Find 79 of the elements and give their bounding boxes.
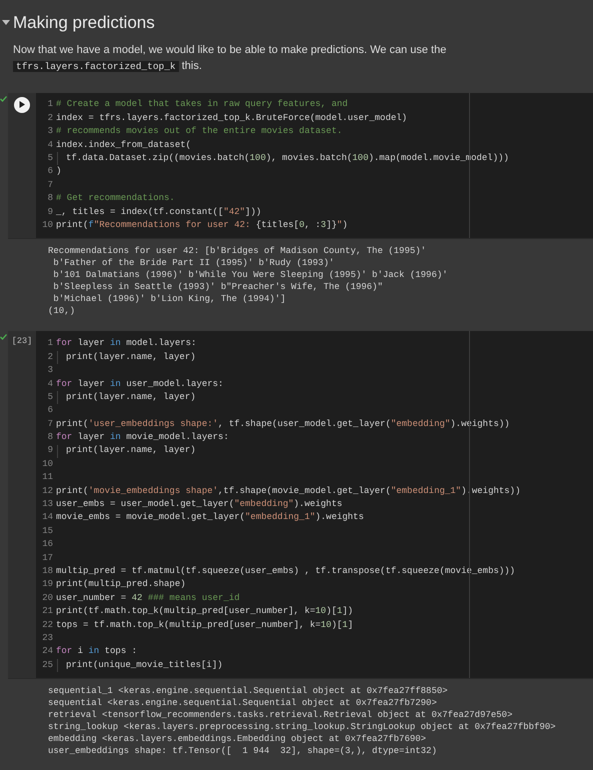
code-line: tf.data.Dataset.zip((movies.batch(100), movies.batch(100).map(model.movie_model))) bbox=[66, 152, 509, 166]
play-icon bbox=[19, 101, 25, 108]
line-number: 7 bbox=[46, 418, 54, 431]
output-line: retrieval <tensorflow_recommenders.tasks.retrieval.Retrieval object at 0x7fea27d97e50> bbox=[48, 709, 514, 722]
line-number: 7 bbox=[46, 178, 54, 192]
line-number: 15 bbox=[41, 524, 54, 538]
code-line: index.index_from_dataset( bbox=[56, 138, 192, 152]
output-line: embedding <keras.layers.embeddings.Embedding object at 0x7fea27fb7690> bbox=[48, 733, 428, 746]
code-line: print('movie_embeddings shape',tf.shape(movie_model.get_layer("embedding_1").weights)) bbox=[56, 484, 520, 498]
run-button[interactable] bbox=[14, 96, 30, 112]
code-line: print(unique_movie_titles[i]) bbox=[66, 658, 223, 672]
code-line: # Get recommendations. bbox=[56, 192, 175, 206]
line-number: 9 bbox=[46, 206, 54, 219]
line-number: 4 bbox=[46, 138, 54, 152]
code-line: multip_pred = tf.matmul(tf.squeeze(user_embs) , tf.transpose(tf.squeeze(movie_embs))) bbox=[56, 565, 516, 578]
line-number: 13 bbox=[41, 498, 54, 512]
output-line: Recommendations for user 42: [b'Bridges of Madison County, The (1995)' bbox=[48, 245, 428, 258]
code-line: user_embs = user_model.get_layer("embedding").weights bbox=[56, 498, 342, 512]
line-number: 23 bbox=[41, 632, 54, 645]
line-number: 10 bbox=[41, 218, 54, 232]
output-line: sequential_1 <keras.engine.sequential.Sequential object at 0x7fea27ff8850> bbox=[48, 685, 449, 698]
line-number: 8 bbox=[46, 192, 54, 206]
output-line: string_lookup <keras.layers.preprocessing.string_lookup.StringLookup object at 0x7fea27fbbf90> bbox=[48, 721, 557, 734]
line-number: 3 bbox=[46, 125, 54, 138]
line-number: 5 bbox=[46, 152, 54, 166]
code-line: movie_embs = movie_model.get_layer("embedding_1").weights bbox=[56, 511, 364, 524]
line-number: 3 bbox=[46, 364, 54, 378]
code-line: # Create a model that takes in raw query features, and bbox=[56, 98, 348, 112]
code-line: print(f"Recommendations for user 42: {titles[0, :3]}") bbox=[56, 218, 348, 232]
code-line: print(layer.name, layer) bbox=[66, 390, 196, 404]
line-number: 1 bbox=[46, 98, 54, 112]
code-line: for i in tops : bbox=[56, 645, 138, 658]
line-number: 16 bbox=[41, 538, 54, 552]
code-line: for layer in movie_model.layers: bbox=[56, 431, 229, 444]
line-number: 12 bbox=[41, 484, 54, 498]
line-number: 8 bbox=[46, 431, 54, 444]
line-number: 24 bbox=[41, 645, 54, 658]
line-number: 2 bbox=[46, 350, 54, 364]
paragraph: Now that we have a model, we would like to be able to make predictions. We can use the tfrs.layers.factorized_top_k this. bbox=[12, 42, 448, 74]
code-line: print(multip_pred.shape) bbox=[56, 578, 186, 592]
code-line: ) bbox=[56, 165, 62, 178]
output-line: user_embeddings shape: tf.Tensor([ 1 944 32], shape=(3,), dtype=int32) bbox=[48, 745, 438, 758]
line-number: 19 bbox=[41, 578, 54, 592]
line-number: 1 bbox=[46, 337, 54, 350]
code-line: for layer in model.layers: bbox=[56, 337, 196, 350]
line-number: 21 bbox=[41, 605, 54, 618]
line-number: 2 bbox=[46, 112, 54, 125]
line-number: 25 bbox=[41, 658, 54, 672]
code-line: # recommends movies out of the entire movies dataset. bbox=[56, 125, 342, 138]
line-number: 14 bbox=[41, 511, 54, 524]
code-line: _, titles = index(tf.constant(["42"])) bbox=[56, 206, 262, 219]
line-number: 10 bbox=[41, 458, 54, 471]
line-number: 6 bbox=[46, 165, 54, 178]
code-line: tops = tf.math.top_k(multip_pred[user_number], k=10)[1] bbox=[56, 618, 354, 632]
section-heading: Making predictions bbox=[13, 12, 155, 34]
output-line: b'Sleepless in Seattle (1993)' b"Preacher's Wife, The (1996)" bbox=[52, 281, 384, 294]
line-number: 17 bbox=[41, 552, 54, 565]
inline-code: tfrs.layers.factorized_top_k bbox=[13, 60, 179, 72]
line-number: 18 bbox=[41, 565, 54, 578]
line-number: 22 bbox=[41, 618, 54, 632]
line-number: 4 bbox=[46, 378, 54, 391]
code-line: print(layer.name, layer) bbox=[66, 350, 196, 364]
line-number: 5 bbox=[46, 390, 54, 404]
line-number: 11 bbox=[41, 471, 54, 484]
execution-count: [23] bbox=[12, 335, 32, 348]
output-line: b'Michael (1996)' b'Lion King, The (1994)'] bbox=[52, 293, 287, 306]
output-line: b'101 Dalmatians (1996)' b'While You Were Sleeping (1995)' b'Jack (1996)' bbox=[52, 269, 449, 282]
code-line: for layer in user_model.layers: bbox=[56, 378, 224, 391]
code-line: index = tfrs.layers.factorized_top_k.BruteForce(model.user_model) bbox=[56, 112, 408, 125]
output-line: (10,) bbox=[48, 305, 76, 318]
line-number: 6 bbox=[46, 404, 54, 418]
output-line: sequential <keras.engine.sequential.Sequential object at 0x7fea27fb7290> bbox=[48, 697, 438, 710]
code-line: print('user_embeddings shape:', tf.shape(user_model.get_layer("embedding").weights)) bbox=[56, 418, 510, 431]
line-number: 20 bbox=[41, 592, 54, 605]
code-line: print(tf.math.top_k(multip_pred[user_number], k=10)[1]) bbox=[56, 605, 354, 618]
line-number: 9 bbox=[46, 444, 54, 458]
code-line: user_number = 42 ### means user_id bbox=[56, 592, 240, 605]
code-line: print(layer.name, layer) bbox=[66, 444, 196, 458]
output-line: b'Father of the Bride Part II (1995)' b'Rudy (1993)' bbox=[52, 257, 336, 270]
